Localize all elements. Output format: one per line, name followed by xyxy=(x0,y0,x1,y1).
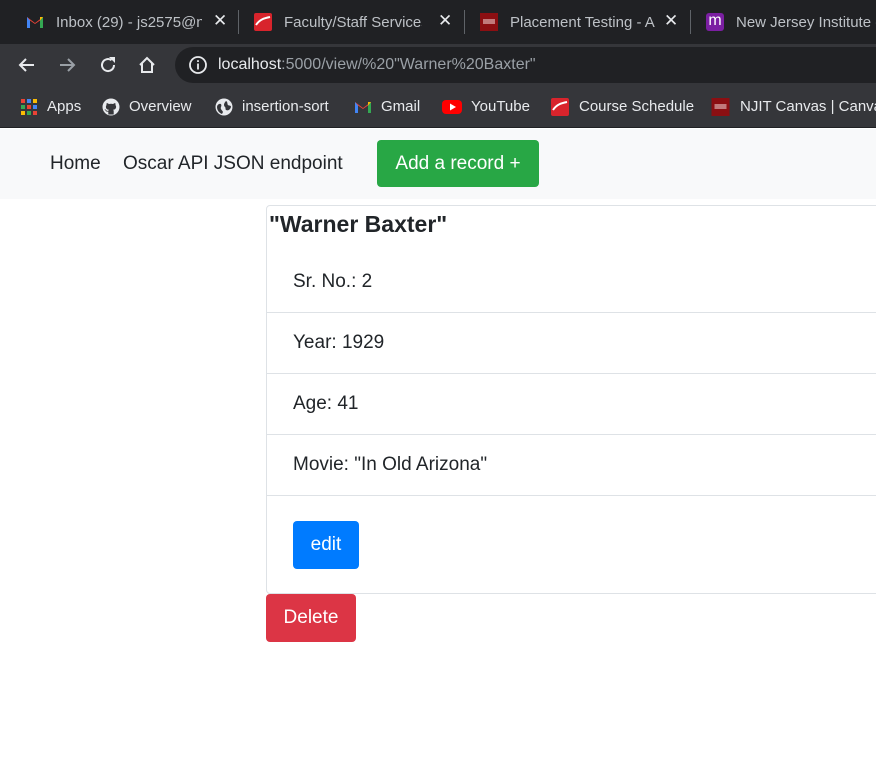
gmail-icon xyxy=(355,101,371,113)
home-button[interactable] xyxy=(129,44,165,86)
reload-icon xyxy=(101,57,116,73)
bookmark-course-schedule[interactable]: Course Schedule xyxy=(550,86,694,127)
moodle-m-icon: m xyxy=(706,13,724,31)
browser-tab-inbox[interactable]: Inbox (29) - js2575@n ✕ xyxy=(26,0,236,44)
bookmark-label: NJIT Canvas | Canvas xyxy=(740,98,876,115)
bookmark-label: Apps xyxy=(47,98,82,115)
list-item: Sr. No.: 2 xyxy=(267,252,876,313)
field-sr-no: Sr. No.: 2 xyxy=(293,271,373,292)
reload-button[interactable] xyxy=(90,44,126,86)
record-title: "Warner Baxter" xyxy=(269,211,448,237)
bookmark-overview[interactable]: Overview xyxy=(102,86,192,127)
edit-button[interactable]: edit xyxy=(293,521,359,569)
bookmark-label: Overview xyxy=(129,98,192,115)
info-icon[interactable] xyxy=(188,55,208,75)
bookmark-gmail[interactable]: Gmail xyxy=(354,86,420,127)
bookmark-youtube[interactable]: YouTube xyxy=(442,86,530,127)
bookmark-label: YouTube xyxy=(471,98,530,115)
youtube-icon xyxy=(442,99,462,114)
apps-grid-icon xyxy=(21,98,37,115)
close-tab-icon[interactable]: ✕ xyxy=(438,11,452,31)
tab-divider xyxy=(464,10,465,34)
tab-title: Faculty/Staff Services xyxy=(284,13,422,31)
bookmark-label: insertion-sort xyxy=(242,98,329,115)
delete-button[interactable]: Delete xyxy=(266,594,356,642)
bookmarks-bar: Apps Overview insertion-sort Gmail YouTu… xyxy=(0,86,876,128)
bookmark-njit-canvas[interactable]: NJIT Canvas | Canvas xyxy=(710,86,876,127)
back-button[interactable] xyxy=(9,44,45,86)
arrow-left-icon xyxy=(18,58,34,72)
list-item: Movie: "In Old Arizona" xyxy=(267,435,876,496)
njit-seal-icon xyxy=(480,13,498,31)
nav-api-link[interactable]: Oscar API JSON endpoint xyxy=(123,153,343,175)
tab-divider xyxy=(690,10,691,34)
bookmark-insertion-sort[interactable]: insertion-sort xyxy=(215,86,329,127)
browser-toolbar: localhost:5000/view/%20"Warner%20Baxter" xyxy=(0,44,876,86)
tab-title: Inbox (29) - js2575@n xyxy=(56,13,202,31)
globe-icon xyxy=(215,98,233,115)
forward-button[interactable] xyxy=(49,44,85,86)
browser-tab-njit[interactable]: m New Jersey Institute o xyxy=(706,0,876,44)
github-icon xyxy=(102,98,120,115)
tab-strip: Inbox (29) - js2575@n ✕ Faculty/Staff Se… xyxy=(0,0,876,44)
tab-divider xyxy=(238,10,239,34)
arrow-right-icon xyxy=(60,58,76,72)
bookmark-label: Course Schedule xyxy=(579,98,695,115)
close-tab-icon[interactable]: ✕ xyxy=(213,11,227,31)
url-path: :5000/view/%20"Warner%20Baxter" xyxy=(281,56,536,73)
nav-home-link[interactable]: Home xyxy=(50,153,101,175)
url-host: localhost xyxy=(218,56,282,73)
tab-title: Placement Testing - A xyxy=(510,13,655,31)
browser-tab-placement-testing[interactable]: Placement Testing - A ✕ xyxy=(480,0,690,44)
list-item: Year: 1929 xyxy=(267,313,876,374)
gmail-icon xyxy=(27,17,43,28)
browser-tab-faculty-services[interactable]: Faculty/Staff Services ✕ xyxy=(254,0,464,44)
close-tab-icon[interactable]: ✕ xyxy=(664,11,678,31)
njit-seal-icon xyxy=(711,97,730,116)
bookmark-label: Gmail xyxy=(381,98,421,115)
record-card: "Warner Baxter" Sr. No.: 2 Year: 1929 Ag… xyxy=(266,205,876,594)
njit-red-icon xyxy=(551,97,569,116)
field-movie: Movie: "In Old Arizona" xyxy=(293,454,488,475)
add-record-button[interactable]: Add a record + xyxy=(377,140,539,187)
field-year: Year: 1929 xyxy=(293,332,385,353)
field-age: Age: 41 xyxy=(293,393,359,414)
njit-red-icon xyxy=(254,13,272,31)
home-icon xyxy=(139,56,155,73)
tab-title: New Jersey Institute o xyxy=(736,13,876,31)
bookmark-apps[interactable]: Apps xyxy=(20,86,81,127)
url-text: localhost:5000/view/%20"Warner%20Baxter" xyxy=(218,56,536,74)
list-item: Age: 41 xyxy=(267,374,876,435)
address-bar[interactable]: localhost:5000/view/%20"Warner%20Baxter" xyxy=(175,47,876,83)
